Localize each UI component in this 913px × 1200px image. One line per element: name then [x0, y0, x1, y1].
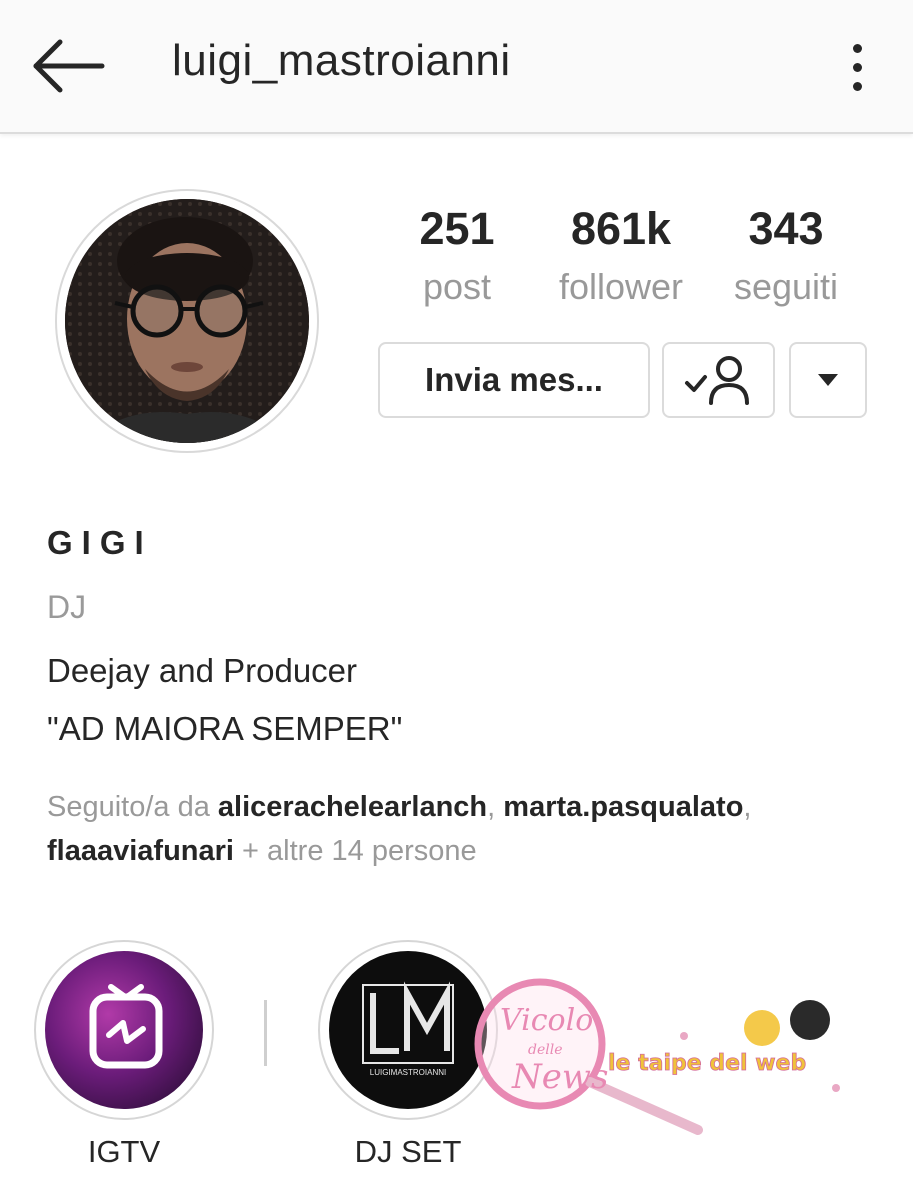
display-name: GIGI: [47, 524, 153, 561]
followed-by-others: + altre 14 persone: [233, 835, 477, 867]
send-message-button[interactable]: Invia mes...: [378, 342, 650, 418]
highlight-label: IGTV: [87, 1134, 161, 1169]
highlight-label: DJ SET: [354, 1134, 462, 1169]
back-button[interactable]: [28, 36, 108, 96]
following-button[interactable]: [662, 342, 775, 418]
more-vertical-icon: [853, 44, 862, 53]
svg-text:Vicolo: Vicolo: [500, 1003, 593, 1038]
following-count: 343: [748, 203, 824, 254]
followed-by-user[interactable]: marta.pasqualato: [503, 791, 743, 823]
highlights-divider: [264, 1000, 267, 1066]
watermark-overlay: Vicolo delle News le taipe del web: [474, 978, 840, 1135]
svg-text:News: News: [511, 1057, 608, 1097]
followed-by-prefix: Seguito/a da: [47, 791, 218, 823]
posts-label: post: [422, 266, 492, 307]
followed-by-user[interactable]: alicerachelearlanch: [218, 791, 487, 823]
arrow-left-icon: [33, 39, 105, 93]
stat-posts[interactable]: 251 post: [396, 200, 518, 312]
highlight-cover: LUIGIMASTROIANNI: [329, 951, 487, 1109]
followed-by-text[interactable]: Seguito/a da alicerachelearlanch, marta.…: [47, 785, 867, 873]
caret-down-icon: [818, 374, 838, 386]
highlight-igtv[interactable]: IGTV: [34, 940, 214, 1170]
lm-logo: LUIGIMASTROIANNI: [362, 981, 454, 1077]
igtv-icon: [89, 984, 163, 1069]
stat-following[interactable]: 343 seguiti: [720, 200, 852, 312]
user-check-icon: [684, 356, 749, 405]
highlight-dj-set[interactable]: LUIGIMASTROIANNI DJ SET: [318, 940, 498, 1170]
profile-category: DJ: [47, 589, 87, 625]
highlight-cover: [45, 951, 203, 1109]
stat-followers[interactable]: 861k follower: [545, 200, 697, 312]
svg-text:delle: delle: [528, 1042, 563, 1058]
followed-by-user[interactable]: flaaaviafunari: [47, 835, 234, 867]
top-navigation-bar: luigi_mastroianni: [0, 0, 913, 134]
bio-line: "AD MAIORA SEMPER": [47, 710, 403, 747]
posts-count: 251: [419, 203, 495, 254]
svg-text:le taipe del web: le taipe del web: [608, 1051, 806, 1076]
svg-text:LUIGIMASTROIANNI: LUIGIMASTROIANNI: [370, 1068, 446, 1077]
followers-count: 861k: [570, 203, 672, 254]
avatar-image: [65, 199, 309, 443]
bio-line: Deejay and Producer: [47, 652, 358, 689]
profile-avatar[interactable]: [55, 189, 319, 453]
more-options-button[interactable]: [838, 38, 878, 96]
suggestions-dropdown-button[interactable]: [789, 342, 867, 418]
followers-label: follower: [558, 266, 684, 307]
profile-username: luigi_mastroianni: [172, 36, 511, 85]
following-label: seguiti: [733, 266, 839, 307]
